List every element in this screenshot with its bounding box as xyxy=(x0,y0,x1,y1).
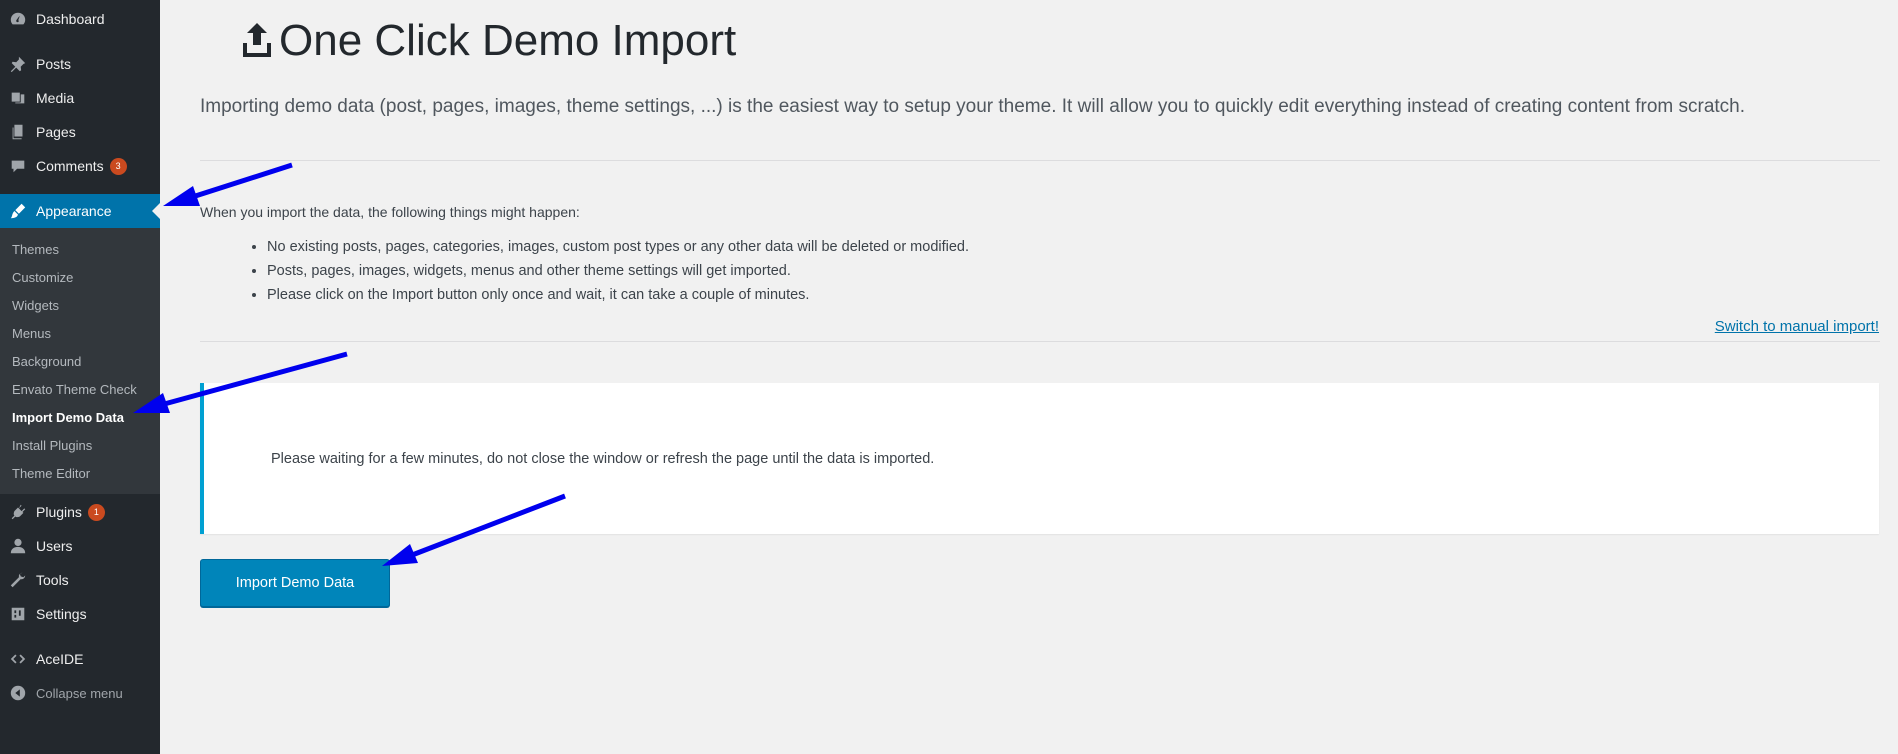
page-title: One Click Demo Import xyxy=(241,16,736,66)
page-title-text: One Click Demo Import xyxy=(279,16,737,65)
import-lead-text: When you import the data, the following … xyxy=(200,204,580,220)
user-icon xyxy=(8,536,28,556)
submenu-envato-theme-check[interactable]: Envato Theme Check xyxy=(12,382,137,397)
list-item: Please click on the Import button only o… xyxy=(267,283,969,307)
pages-icon xyxy=(8,122,28,142)
menu-appearance[interactable]: Appearance xyxy=(0,194,160,228)
menu-label: Posts xyxy=(36,56,72,72)
wrench-icon xyxy=(8,570,28,590)
settings-icon xyxy=(8,604,28,624)
menu-label: Settings xyxy=(36,606,87,622)
menu-label: Plugins xyxy=(36,504,82,520)
paintbrush-icon xyxy=(8,201,28,221)
submenu-background[interactable]: Background xyxy=(12,354,81,369)
collapse-icon xyxy=(8,683,28,703)
menu-users[interactable]: Users xyxy=(0,529,160,563)
menu-label: Media xyxy=(36,90,75,106)
notice-text: Please waiting for a few minutes, do not… xyxy=(271,451,935,467)
collapse-menu-button[interactable]: Collapse menu xyxy=(0,676,160,710)
comments-count-badge: 3 xyxy=(109,157,127,175)
info-notice: Please waiting for a few minutes, do not… xyxy=(200,383,1879,534)
submenu-widgets[interactable]: Widgets xyxy=(12,298,59,313)
main-content: One Click Demo Import Importing demo dat… xyxy=(160,0,1898,754)
menu-aceide[interactable]: AceIDE xyxy=(0,642,160,676)
list-item: Posts, pages, images, widgets, menus and… xyxy=(267,259,969,283)
menu-label: Users xyxy=(36,538,73,554)
menu-label: Comments xyxy=(36,158,104,174)
submenu-import-demo-data[interactable]: Import Demo Data xyxy=(12,410,124,425)
menu-label: Appearance xyxy=(36,203,112,219)
menu-plugins[interactable]: Plugins 1 xyxy=(0,495,160,529)
comment-icon xyxy=(8,156,28,176)
menu-comments[interactable]: Comments 3 xyxy=(0,149,160,183)
submenu-install-plugins[interactable]: Install Plugins xyxy=(12,438,92,453)
submenu-theme-editor[interactable]: Theme Editor xyxy=(12,466,90,481)
submenu-customize[interactable]: Customize xyxy=(12,270,73,285)
appearance-submenu: Themes Customize Widgets Menus Backgroun… xyxy=(0,228,160,494)
dashboard-icon xyxy=(8,9,28,29)
divider xyxy=(200,341,1880,342)
plug-icon xyxy=(8,502,28,522)
submenu-themes[interactable]: Themes xyxy=(12,242,59,257)
menu-label: Tools xyxy=(36,572,69,588)
menu-label: AceIDE xyxy=(36,651,84,667)
code-icon xyxy=(8,649,28,669)
list-item: No existing posts, pages, categories, im… xyxy=(267,235,969,259)
menu-settings[interactable]: Settings xyxy=(0,597,160,631)
menu-media[interactable]: Media xyxy=(0,81,160,115)
media-icon xyxy=(8,88,28,108)
import-demo-data-button[interactable]: Import Demo Data xyxy=(200,559,390,607)
divider xyxy=(200,160,1880,161)
menu-posts[interactable]: Posts xyxy=(0,47,160,81)
switch-to-manual-import-link[interactable]: Switch to manual import! xyxy=(1715,318,1879,335)
pin-icon xyxy=(8,54,28,74)
admin-sidebar: Dashboard Posts Media Pages Comments 3 A… xyxy=(0,0,160,754)
menu-label: Dashboard xyxy=(36,11,105,27)
plugins-count-badge: 1 xyxy=(87,503,105,521)
intro-text: Importing demo data (post, pages, images… xyxy=(200,96,1746,117)
menu-pages[interactable]: Pages xyxy=(0,115,160,149)
submenu-menus[interactable]: Menus xyxy=(12,326,51,341)
import-notes-list: No existing posts, pages, categories, im… xyxy=(200,235,969,307)
menu-label: Collapse menu xyxy=(36,685,123,701)
menu-tools[interactable]: Tools xyxy=(0,563,160,597)
menu-dashboard[interactable]: Dashboard xyxy=(0,2,160,36)
menu-label: Pages xyxy=(36,124,76,140)
upload-icon xyxy=(243,23,271,57)
